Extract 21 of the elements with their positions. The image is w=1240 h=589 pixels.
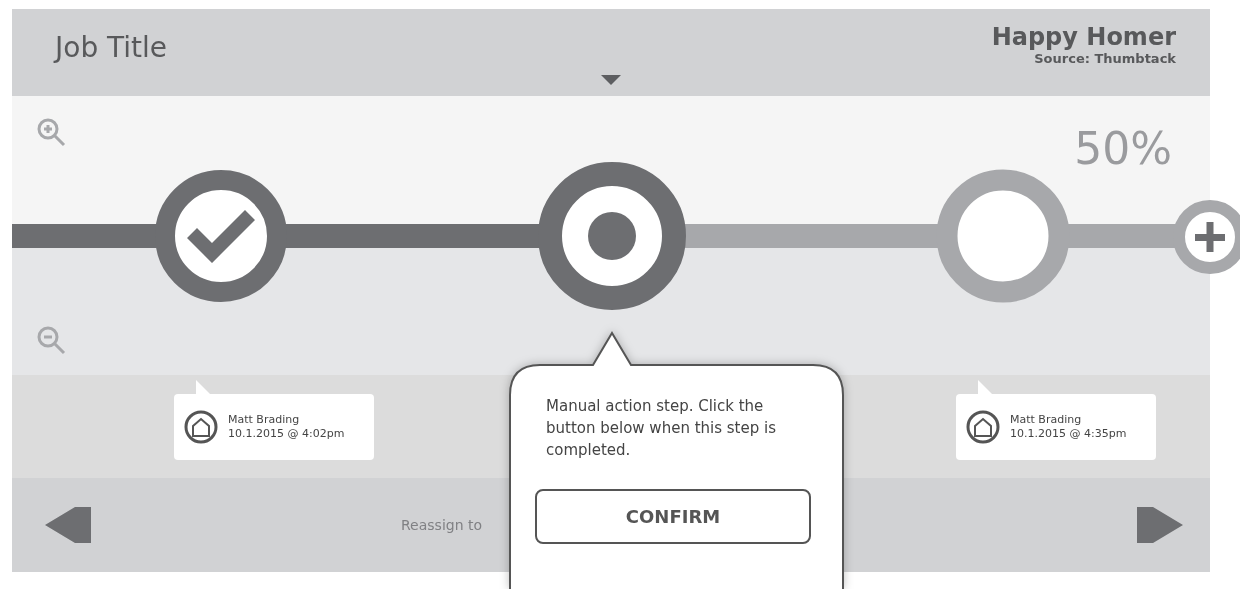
add-step-icon[interactable] bbox=[1173, 200, 1240, 274]
completed-step[interactable] bbox=[155, 170, 287, 302]
progress-percent: 50% bbox=[1074, 123, 1172, 174]
popover-message: Manual action step. Click the button below when this step is completed. bbox=[545, 396, 777, 461]
pending-step[interactable] bbox=[936, 169, 1070, 303]
job-title: Job Title bbox=[55, 31, 168, 64]
author-name: Matt Brading bbox=[1010, 413, 1083, 427]
fast-forward-icon[interactable] bbox=[1137, 507, 1183, 543]
house-avatar-icon bbox=[184, 410, 218, 444]
current-step[interactable] bbox=[538, 162, 686, 310]
house-avatar-icon bbox=[966, 410, 1000, 444]
note-time: 10.1.2015 @ 4:35pm bbox=[1010, 427, 1127, 441]
rewind-icon[interactable] bbox=[45, 507, 91, 543]
zoom-out-icon[interactable] bbox=[37, 326, 66, 355]
note-time: 10.1.2015 @ 4:02pm bbox=[228, 427, 345, 441]
author-name: Matt Brading bbox=[228, 413, 301, 427]
customer-source: Source: Thumbtack bbox=[1034, 51, 1176, 66]
confirm-button[interactable]: CONFIRM bbox=[535, 489, 811, 544]
customer-name: Happy Homer bbox=[991, 23, 1176, 51]
zoom-in-icon[interactable] bbox=[37, 118, 66, 147]
caret-icon[interactable] bbox=[601, 75, 621, 85]
